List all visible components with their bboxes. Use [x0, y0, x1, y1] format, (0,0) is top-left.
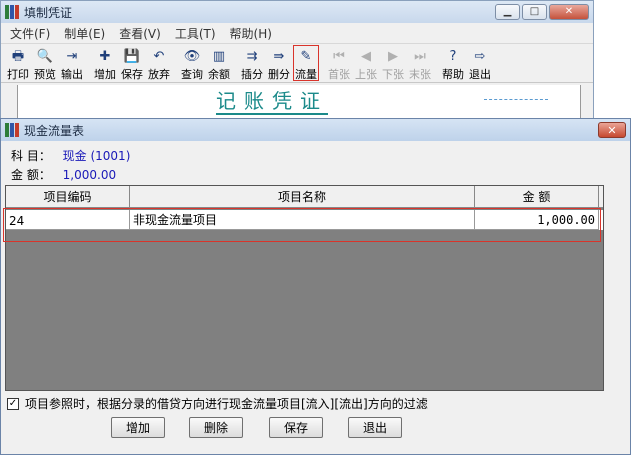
dialog-title: 现金流量表	[24, 123, 85, 138]
toolbar-last-button[interactable]: ⏭ 末张	[407, 45, 433, 81]
prev-icon: ◀	[361, 49, 371, 64]
toolbar-label: 退出	[469, 68, 491, 81]
undo-icon: ↶	[153, 49, 165, 64]
toolbar-label: 上张	[355, 68, 377, 81]
preview-icon: 🔍	[36, 49, 54, 64]
toolbar-label: 余额	[208, 68, 230, 81]
column-header-amount[interactable]: 金 额	[475, 186, 599, 208]
toolbar-help-button[interactable]: ? 帮助	[440, 45, 466, 81]
toolbar-delete-entry-button[interactable]: ⇛ 删分	[266, 45, 292, 81]
toolbar-label: 查询	[181, 68, 203, 81]
toolbar-label: 删分	[268, 68, 290, 81]
toolbar-label: 输出	[61, 68, 83, 81]
toolbar-first-button[interactable]: ⏮ 首张	[326, 45, 352, 81]
close-window-button[interactable]: ✕	[549, 4, 589, 20]
window-controls: ▁ □ ✕	[495, 4, 589, 20]
toolbar-save-button[interactable]: 💾 保存	[119, 45, 145, 81]
exit-button[interactable]: 退出	[348, 417, 402, 438]
minimize-button[interactable]: ▁	[495, 4, 520, 20]
save-icon: 💾	[123, 49, 141, 64]
cell-project-name[interactable]: 非现金流量项目	[130, 210, 475, 230]
toolbar-preview-button[interactable]: 🔍 预览	[32, 45, 58, 81]
toolbar-undo-button[interactable]: ↶ 放弃	[146, 45, 172, 81]
menu-help[interactable]: 帮助(H)	[223, 25, 279, 42]
column-header-code[interactable]: 项目编码	[6, 186, 130, 208]
grid-header-filler	[599, 186, 603, 208]
toolbar-label: 保存	[121, 68, 143, 81]
help-icon: ?	[449, 49, 457, 64]
delete-entry-icon: ⇛	[273, 49, 285, 64]
balance-chart-icon: ▥	[212, 49, 226, 64]
export-icon: ⇥	[66, 49, 78, 64]
toolbar-label: 增加	[94, 68, 116, 81]
menu-view[interactable]: 查看(V)	[112, 25, 168, 42]
toolbar-binoculars-button[interactable]: 👁 查询	[179, 45, 205, 81]
menu-tools[interactable]: 工具(T)	[168, 25, 223, 42]
filter-checkbox[interactable]: ✓	[7, 397, 19, 410]
toolbar-label: 插分	[241, 68, 263, 81]
menu-bar: 文件(F) 制单(E) 查看(V) 工具(T) 帮助(H)	[1, 23, 593, 43]
toolbar: 🖶 打印 🔍 预览 ⇥ 输出 ✚ 增加 💾 保存 ↶ 放弃 👁 查询 ▥ 余额 ⇉ 插分 ⇛ 删分 ✎ 流量 ⏮ 首张 ◀ 上张 ▶…	[1, 43, 593, 83]
app-books-icon	[5, 123, 19, 137]
toolbar-add-button[interactable]: ✚ 增加	[92, 45, 118, 81]
table-row[interactable]: 24 非现金流量项目 1,000.00	[6, 210, 603, 230]
column-header-name[interactable]: 项目名称	[130, 186, 475, 208]
subject-label: 科 目：	[11, 149, 51, 163]
toolbar-next-button[interactable]: ▶ 下张	[380, 45, 406, 81]
voucher-title: 记账凭证	[216, 89, 328, 115]
dialog-titlebar: 现金流量表 ✕	[1, 119, 630, 141]
toolbar-label: 打印	[7, 68, 29, 81]
add-button[interactable]: 增加	[111, 417, 165, 438]
filter-label: 项目参照时，根据分录的借贷方向进行现金流量项目[流入][流出]方向的过滤	[25, 397, 428, 411]
voucher-window: 填制凭证 ▁ □ ✕ 文件(F) 制单(E) 查看(V) 工具(T) 帮助(H)…	[0, 0, 594, 121]
subject-value: 现金 (1001)	[62, 149, 131, 163]
amount-value: 1,000.00	[62, 168, 117, 182]
toolbar-cash-flow-button[interactable]: ✎ 流量	[293, 45, 319, 81]
next-icon: ▶	[388, 49, 398, 64]
toolbar-label: 末张	[409, 68, 431, 81]
menu-voucher[interactable]: 制单(E)	[57, 25, 112, 42]
save-button[interactable]: 保存	[269, 417, 323, 438]
voucher-form: 记账凭证	[17, 85, 581, 121]
delete-button[interactable]: 删除	[189, 417, 243, 438]
cell-project-code[interactable]: 24	[6, 210, 130, 230]
voucher-window-title: 填制凭证	[24, 5, 73, 20]
toolbar-printer-button[interactable]: 🖶 打印	[5, 45, 31, 81]
insert-entry-icon: ⇉	[246, 49, 258, 64]
cash-flow-icon: ✎	[300, 49, 312, 64]
exit-icon: ⇨	[474, 49, 486, 64]
voucher-number-line	[484, 99, 548, 100]
printer-icon: 🖶	[11, 49, 25, 64]
cash-flow-grid[interactable]: 项目编码 项目名称 金 额 24 非现金流量项目 1,000.00	[5, 185, 604, 391]
toolbar-label: 帮助	[442, 68, 464, 81]
voucher-window-titlebar: 填制凭证 ▁ □ ✕	[1, 1, 593, 23]
dialog-close-button[interactable]: ✕	[598, 122, 626, 138]
toolbar-label: 下张	[382, 68, 404, 81]
amount-label: 金 额：	[11, 168, 51, 182]
toolbar-exit-button[interactable]: ⇨ 退出	[467, 45, 493, 81]
toolbar-label: 预览	[34, 68, 56, 81]
toolbar-label: 放弃	[148, 68, 170, 81]
grid-header: 项目编码 项目名称 金 额	[6, 186, 603, 208]
amount-row: 金 额： 1,000.00	[11, 166, 116, 183]
last-icon: ⏭	[414, 49, 426, 64]
maximize-button[interactable]: □	[522, 4, 547, 20]
toolbar-insert-entry-button[interactable]: ⇉ 插分	[239, 45, 265, 81]
first-icon: ⏮	[333, 49, 345, 64]
toolbar-label: 流量	[295, 68, 317, 81]
cash-flow-dialog: 现金流量表 ✕ 科 目： 现金 (1001) 金 额： 1,000.00 项目编…	[0, 118, 631, 455]
binoculars-icon: 👁	[183, 49, 201, 64]
add-icon: ✚	[99, 49, 111, 64]
toolbar-export-button[interactable]: ⇥ 输出	[59, 45, 85, 81]
menu-file[interactable]: 文件(F)	[3, 25, 57, 42]
toolbar-prev-button[interactable]: ◀ 上张	[353, 45, 379, 81]
cell-amount[interactable]: 1,000.00	[475, 210, 599, 230]
subject-row: 科 目： 现金 (1001)	[11, 147, 130, 164]
toolbar-label: 首张	[328, 68, 350, 81]
toolbar-balance-chart-button[interactable]: ▥ 余额	[206, 45, 232, 81]
direction-filter[interactable]: ✓ 项目参照时，根据分录的借贷方向进行现金流量项目[流入][流出]方向的过滤	[7, 395, 428, 412]
app-books-icon	[5, 5, 19, 19]
